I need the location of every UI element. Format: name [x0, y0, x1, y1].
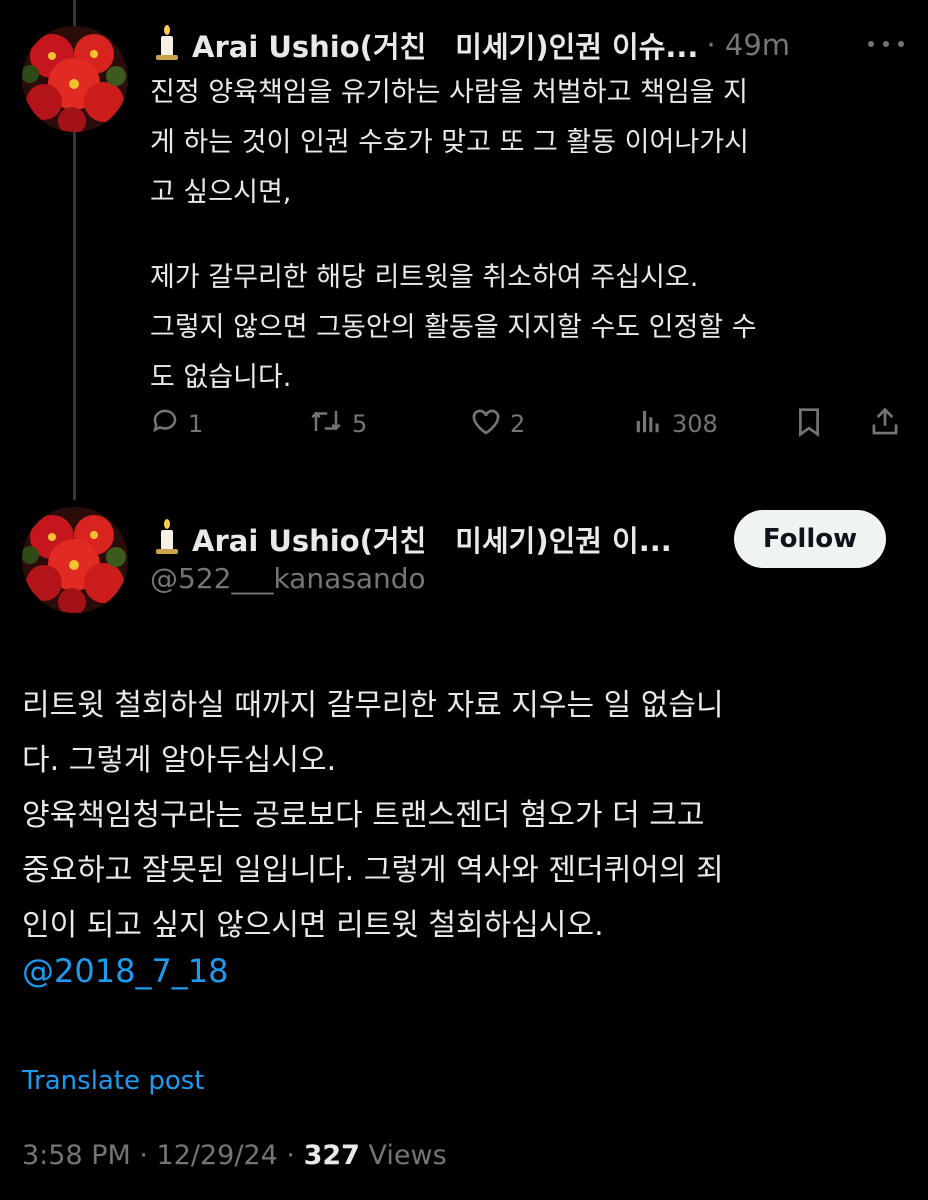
more-icon[interactable]: [868, 38, 904, 50]
post-meta: 3:58 PM · 12/29/24 · 327 Views: [22, 1140, 447, 1171]
share-button[interactable]: [870, 406, 900, 444]
tweet-text-line: 인이 되고 싶지 않으시면 리트윗 철회하십시오.: [22, 908, 604, 943]
candle-icon: [150, 24, 182, 66]
views-icon: [632, 406, 664, 442]
repost-icon: [308, 406, 344, 442]
post-time[interactable]: · 49m: [706, 28, 790, 62]
share-icon: [870, 406, 900, 444]
tweet-text-line: 양육책임청구라는 공로보다 트랜스젠더 혐오가 더 크고: [22, 798, 705, 833]
tweet-text-line: 고 싶으시면,: [150, 177, 292, 208]
repost-count: 5: [352, 410, 368, 438]
avatar[interactable]: [22, 507, 128, 613]
bookmark-button[interactable]: [794, 406, 824, 444]
translate-post-link[interactable]: Translate post: [22, 1066, 204, 1096]
views-count: 308: [672, 410, 718, 438]
like-count: 2: [510, 410, 526, 438]
post-timestamp[interactable]: 3:58 PM · 12/29/24 ·: [22, 1140, 304, 1171]
reply-button[interactable]: 1: [150, 406, 203, 442]
like-button[interactable]: 2: [470, 406, 525, 442]
tweet-text-line: 진정 양육책임을 유기하는 사람을 처벌하고 책임을 지: [150, 77, 748, 108]
tweet-header: Arai Ushio(거친 미세기)인권 이...: [150, 518, 672, 560]
tweet-header: Arai Ushio(거친 미세기)인권 이슈... · 49m: [150, 24, 790, 66]
tweet-text-line: 중요하고 잘못된 일입니다. 그렇게 역사와 젠더퀴어의 죄: [22, 853, 724, 888]
tweet-text-line: 다. 그렇게 알아두십시오.: [22, 743, 337, 778]
post-views-count: 327: [303, 1140, 360, 1171]
tweet-text-line: 제가 갈무리한 해당 리트윗을 취소하여 주십시오.: [150, 262, 699, 293]
display-name[interactable]: Arai Ushio(거친 미세기)인권 이...: [192, 518, 672, 560]
tweet-text-line: 도 없습니다.: [150, 362, 292, 393]
repost-button[interactable]: 5: [308, 406, 367, 442]
tweet-text-line: 그렇지 않으면 그동안의 활동을 지지할 수도 인정할 수: [150, 312, 757, 343]
bookmark-icon: [794, 406, 824, 444]
reply-icon: [150, 406, 180, 442]
follow-button[interactable]: Follow: [734, 510, 886, 568]
like-icon: [470, 406, 502, 442]
avatar[interactable]: [22, 26, 128, 132]
user-handle[interactable]: @522___kanasando: [150, 562, 426, 595]
tweet-text-line: 리트윗 철회하실 때까지 갈무리한 자료 지우는 일 없습니: [22, 688, 724, 723]
mention-link[interactable]: @2018_7_18: [22, 952, 229, 990]
post-views-label: Views: [359, 1140, 447, 1171]
tweet-text-line: 게 하는 것이 인권 수호가 맞고 또 그 활동 이어나가시: [150, 127, 749, 158]
reply-count: 1: [188, 410, 204, 438]
views-button[interactable]: 308: [632, 406, 718, 442]
display-name[interactable]: Arai Ushio(거친 미세기)인권 이슈...: [192, 24, 698, 66]
candle-icon: [150, 518, 182, 560]
